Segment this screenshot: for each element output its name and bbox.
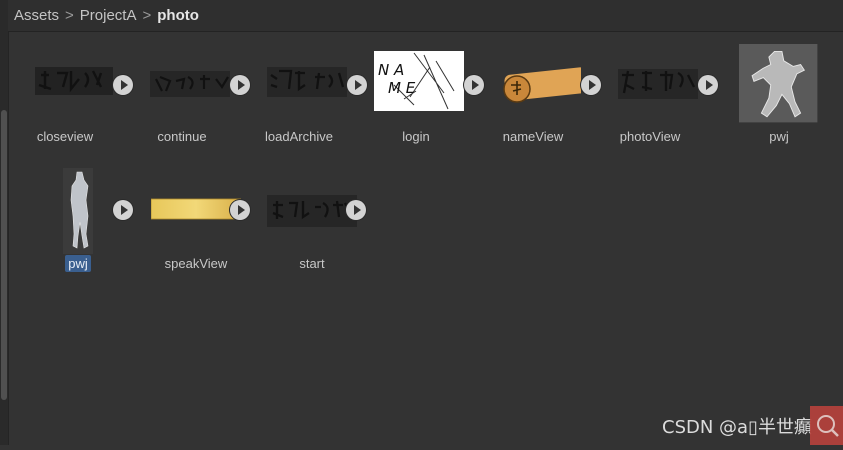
asset-label-text: pwj xyxy=(65,255,91,272)
watermark: CSDN @a▯半世癲 xyxy=(662,417,812,438)
asset-label: login xyxy=(402,129,430,144)
photoview-thumbnail xyxy=(618,69,698,99)
speakview-thumbnail xyxy=(151,198,241,220)
asset-photoview[interactable]: photoView xyxy=(595,31,718,144)
speakview-play-button[interactable] xyxy=(230,200,250,220)
breadcrumb-projecta[interactable]: ProjectA xyxy=(76,7,141,24)
start-play-button[interactable] xyxy=(346,200,366,220)
svg-text:N A: N A xyxy=(378,61,404,79)
asset-label: closeview xyxy=(36,129,94,144)
asset-closeview[interactable]: closeview xyxy=(10,31,133,144)
loadarchive-thumbnail xyxy=(267,67,347,97)
pwj-play-button[interactable] xyxy=(113,200,133,220)
asset-label: nameView xyxy=(502,129,564,144)
pwj-sprite-thumbnail xyxy=(63,168,93,254)
closeview-thumbnail xyxy=(35,67,113,95)
asset-label-selected: pwj xyxy=(23,255,133,272)
asset-pwj-sprite[interactable]: pwj xyxy=(23,158,133,272)
asset-speakview[interactable]: speakView xyxy=(141,158,251,271)
search-icon[interactable] xyxy=(810,406,843,445)
asset-login[interactable]: N A M E login xyxy=(361,31,484,144)
asset-label: loadArchive xyxy=(265,129,333,144)
start-thumbnail xyxy=(267,195,357,227)
asset-label: speakView xyxy=(164,256,228,271)
asset-continue[interactable]: continue xyxy=(127,31,250,144)
breadcrumb: Assets > ProjectA > photo xyxy=(8,0,843,32)
asset-label: photoView xyxy=(619,129,681,144)
asset-label: pwj xyxy=(769,129,789,144)
asset-pwj-texture[interactable]: pwj xyxy=(725,31,835,144)
pwj-texture-thumbnail xyxy=(739,44,818,123)
asset-start[interactable]: start xyxy=(257,158,367,271)
breadcrumb-assets[interactable]: Assets xyxy=(8,7,63,24)
breadcrumb-photo[interactable]: photo xyxy=(153,7,203,24)
asset-label: continue xyxy=(157,129,207,144)
login-thumbnail: N A M E xyxy=(374,51,464,111)
asset-loadarchive[interactable]: loadArchive xyxy=(244,31,367,144)
nameview-thumbnail xyxy=(503,67,581,103)
svg-text:M E: M E xyxy=(388,79,416,97)
asset-grid: closeview continue loadArchive N A M E l… xyxy=(0,31,843,445)
asset-nameview[interactable]: nameView xyxy=(478,31,601,144)
breadcrumb-separator: > xyxy=(142,7,152,24)
continue-thumbnail xyxy=(150,71,230,97)
asset-label: start xyxy=(299,256,325,271)
photoview-play-button[interactable] xyxy=(698,75,718,95)
breadcrumb-separator: > xyxy=(65,7,74,24)
